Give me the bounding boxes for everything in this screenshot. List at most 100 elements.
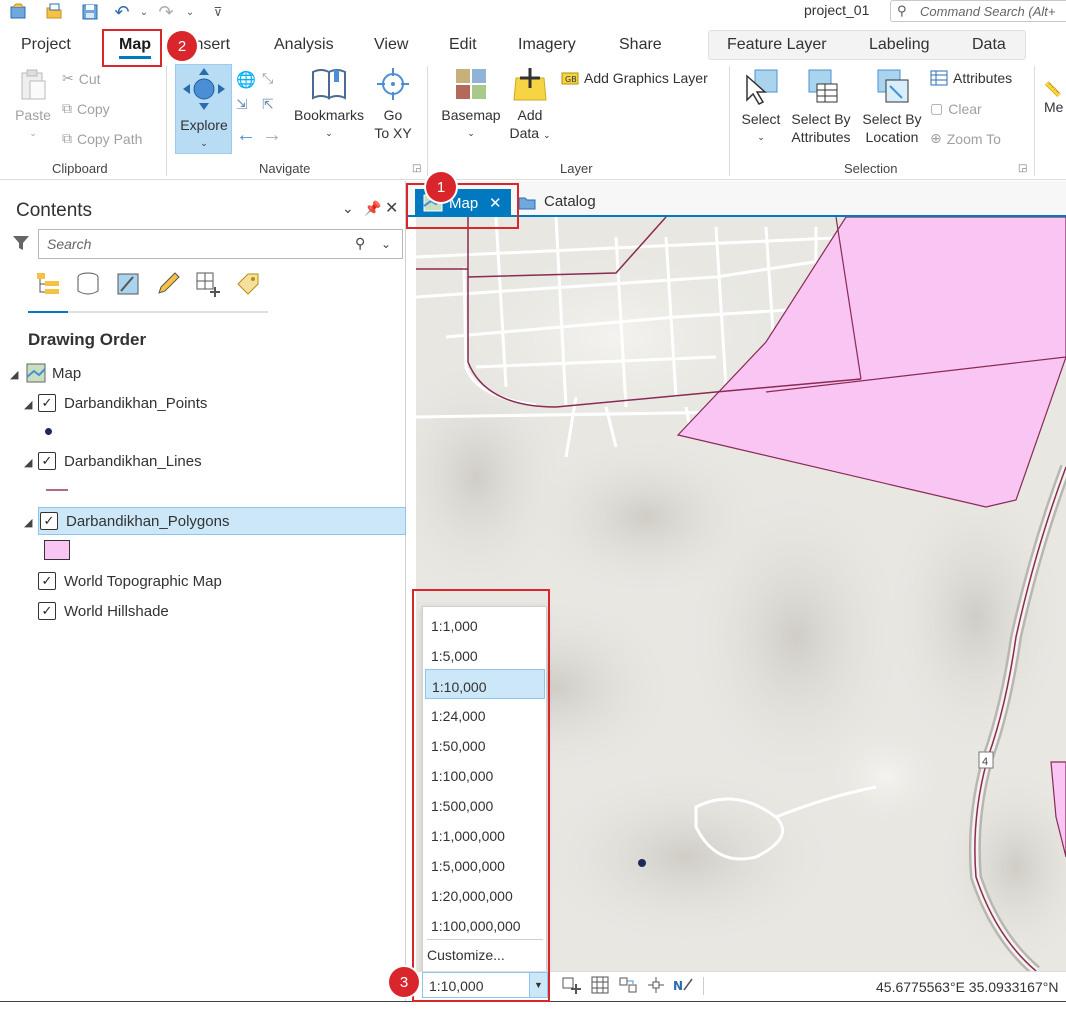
tab-imagery[interactable]: Imagery [518, 36, 576, 54]
full-extent-icon[interactable]: 🌐 [236, 70, 256, 90]
previous-extent-icon[interactable]: ← [236, 124, 256, 147]
layer-darbandikhan-polygons[interactable]: ✓ Darbandikhan_Polygons [38, 507, 406, 535]
tab-feature-layer[interactable]: Feature Layer [727, 36, 827, 54]
search-icon: ⚲ [897, 3, 907, 18]
layer-label: Darbandikhan_Points [64, 394, 208, 412]
layer-visibility-checkbox[interactable]: ✓ [38, 394, 56, 412]
list-by-labeling-icon[interactable] [234, 271, 262, 297]
explore-button-overlay[interactable]: Explore ⌄ [179, 66, 229, 152]
active-view-indicator [28, 311, 68, 313]
next-extent-icon[interactable]: → [262, 124, 282, 147]
selection-launcher-icon[interactable]: ◲ [1018, 163, 1027, 174]
attributes-button[interactable]: Attributes [930, 70, 1012, 86]
tab-data[interactable]: Data [972, 36, 1006, 54]
collapse-polygons-icon[interactable]: ◢ [24, 516, 32, 529]
undo-dropdown-icon[interactable]: ⌄ [134, 2, 154, 22]
copy-button[interactable]: ⧉ Copy [62, 100, 110, 117]
tab-analysis[interactable]: Analysis [274, 36, 334, 54]
command-search-placeholder: Command Search (Alt+ [920, 4, 1056, 19]
close-pane-icon[interactable]: ✕ [385, 198, 398, 218]
command-search-input[interactable]: ⚲ Command Search (Alt+ [890, 0, 1066, 22]
select-label: Select [741, 111, 781, 127]
tab-project[interactable]: Project [21, 36, 71, 54]
tab-edit[interactable]: Edit [449, 36, 477, 54]
select-button[interactable]: Select ⌄ [738, 66, 784, 146]
list-by-editing-icon[interactable] [154, 271, 182, 297]
add-data-dropdown-icon: ⌄ [542, 130, 551, 140]
snapping-icon[interactable] [645, 975, 667, 995]
select-by-location-button[interactable]: Select By Location [860, 66, 924, 146]
layer-label: Darbandikhan_Polygons [66, 512, 230, 530]
bookmarks-button[interactable]: Bookmarks ⌄ [292, 66, 366, 142]
paste-icon [21, 69, 46, 100]
basemap-dropdown-icon: ⌄ [467, 128, 475, 138]
clear-label: Clear [948, 100, 982, 117]
new-project-icon[interactable] [8, 2, 28, 22]
point-symbol[interactable] [45, 428, 52, 435]
collapse-lines-icon[interactable]: ◢ [24, 456, 32, 469]
tab-catalog-view[interactable]: Catalog [518, 193, 596, 210]
customize-toolbar-icon[interactable]: ⊽ [208, 2, 228, 22]
list-by-data-source-icon[interactable] [74, 271, 102, 297]
select-by-location-icon [877, 69, 909, 103]
layer-darbandikhan-points[interactable]: ✓ Darbandikhan_Points [38, 389, 207, 417]
measure-button[interactable]: 📏 Me [1044, 80, 1066, 116]
collapse-map-icon[interactable]: ◢ [10, 368, 18, 381]
layer-visibility-checkbox[interactable]: ✓ [38, 572, 56, 590]
clear-button[interactable]: ▢ Clear [930, 100, 982, 117]
add-graphics-layer-button[interactable]: GB Add Graphics Layer [561, 70, 708, 86]
select-by-attributes-button[interactable]: Select By Attributes [788, 66, 854, 146]
line-symbol[interactable] [46, 489, 68, 491]
zoom-to-button[interactable]: ⊕ Zoom To [930, 130, 1001, 147]
navigate-group-label: Navigate [259, 161, 311, 176]
add-scale-icon[interactable] [560, 975, 582, 995]
north-arrow-icon[interactable]: N [672, 975, 694, 995]
pane-options-icon[interactable]: ⌄ [342, 200, 354, 217]
annotation-badge-3: 3 [389, 967, 419, 997]
map-node[interactable]: Map [26, 359, 81, 387]
layer-world-hillshade[interactable]: ✓ World Hillshade [38, 597, 169, 625]
undo-icon[interactable]: ↶ [112, 2, 132, 22]
open-project-icon[interactable] [44, 2, 64, 22]
basemap-button[interactable]: Basemap ⌄ [440, 66, 502, 142]
save-icon[interactable] [80, 2, 100, 22]
go-to-xy-button[interactable]: Go To XY [372, 66, 414, 142]
paste-button[interactable]: Paste ⌄ [14, 68, 52, 142]
bookmarks-icon [312, 69, 346, 100]
tab-labeling[interactable]: Labeling [869, 36, 930, 54]
tab-view[interactable]: View [374, 36, 408, 54]
map-icon [26, 363, 46, 383]
add-data-button[interactable]: Add Data ⌄ [508, 66, 552, 144]
contents-search-input[interactable]: Search ⚲ ⌄ [38, 229, 403, 259]
layer-world-topographic-map[interactable]: ✓ World Topographic Map [38, 567, 222, 595]
redo-dropdown-icon[interactable]: ⌄ [180, 2, 200, 22]
layer-darbandikhan-lines[interactable]: ✓ Darbandikhan_Lines [38, 447, 202, 475]
search-icon[interactable]: ⚲ [355, 235, 365, 252]
group-divider [427, 66, 428, 176]
pin-icon[interactable]: 📌 [364, 200, 381, 217]
grid-icon[interactable] [589, 975, 611, 995]
search-options-icon[interactable]: ⌄ [381, 237, 391, 251]
filter-icon[interactable] [12, 234, 30, 255]
redo-icon[interactable]: ↷ [156, 2, 176, 22]
cut-button[interactable]: ✂ Cut [62, 70, 101, 87]
fixed-zoom-in-icon[interactable]: ⇲ [236, 96, 248, 113]
collapse-points-icon[interactable]: ◢ [24, 398, 32, 411]
navigate-launcher-icon[interactable]: ◲ [412, 163, 421, 174]
layer-group-label: Layer [560, 161, 593, 176]
svg-text:GB: GB [565, 75, 577, 84]
list-by-snapping-icon[interactable] [194, 271, 222, 297]
basemap-label: Basemap [441, 107, 501, 123]
list-by-selection-icon[interactable] [114, 271, 142, 297]
layer-visibility-checkbox[interactable]: ✓ [40, 512, 58, 530]
layer-visibility-checkbox[interactable]: ✓ [38, 602, 56, 620]
copy-path-button[interactable]: ⧉ Copy Path [62, 130, 142, 147]
list-by-drawing-order-icon[interactable] [34, 271, 62, 297]
refresh-icon[interactable] [617, 975, 639, 995]
layer-visibility-checkbox[interactable]: ✓ [38, 452, 56, 470]
fixed-zoom-out-icon[interactable]: ⇱ [262, 96, 274, 113]
polygon-symbol[interactable] [44, 540, 70, 560]
tab-share[interactable]: Share [619, 36, 662, 54]
explore-dropdown-icon: ⌄ [200, 138, 208, 148]
zoom-to-layer-icon[interactable]: ⤡ [262, 70, 273, 87]
